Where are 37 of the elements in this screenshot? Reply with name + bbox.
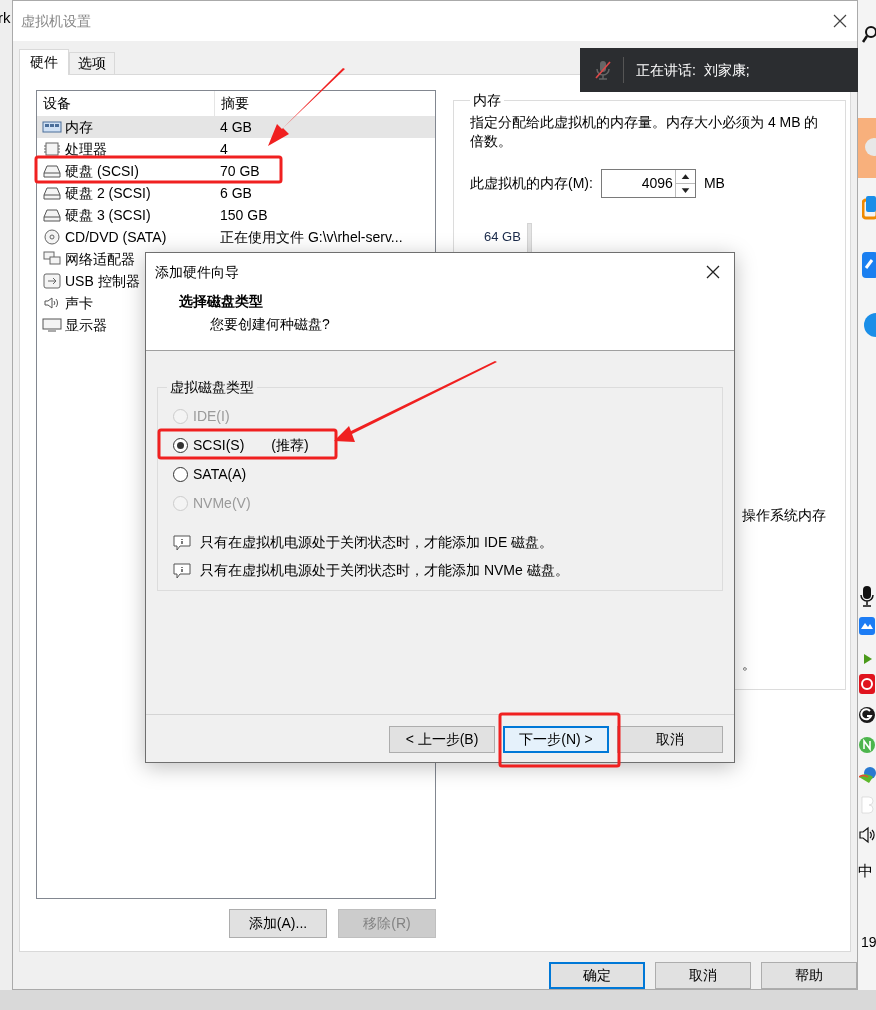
- memory-description: 指定分配给此虚拟机的内存量。内存大小必须为 4 MB 的倍数。: [470, 113, 820, 151]
- device-summary: 6 GB: [219, 183, 252, 203]
- info-note: 只有在虚拟机电源处于关闭状态时，才能添加 NVMe 磁盘。: [200, 561, 569, 580]
- info-note: 只有在虚拟机电源处于关闭状态时，才能添加 IDE 磁盘。: [200, 533, 554, 552]
- device-summary: 正在使用文件 G:\v\rhel-serv...: [219, 227, 403, 247]
- memory-hint-fragment: 操作系统内存: [742, 506, 827, 525]
- radio-label: IDE(I): [193, 407, 230, 426]
- memory-hint-fragment: 。: [742, 655, 757, 674]
- unit-label: MB: [703, 174, 725, 193]
- device-name: 显示器: [65, 315, 107, 335]
- device-name: 硬盘 (SCSI): [65, 161, 139, 181]
- device-summary: 4: [219, 139, 228, 159]
- device-summary: 70 GB: [219, 161, 260, 181]
- step-heading: 选择磁盘类型: [179, 292, 264, 311]
- group-title: 虚拟磁盘类型: [169, 378, 255, 397]
- recommended-note: (推荐): [271, 436, 309, 455]
- radio-label: SCSI(S): [193, 436, 245, 455]
- device-name: USB 控制器: [65, 271, 140, 291]
- device-name: 网络适配器: [65, 249, 135, 269]
- group-title: 内存: [472, 91, 502, 110]
- device-name: 声卡: [65, 293, 93, 313]
- window-title: 虚拟机设置: [21, 11, 91, 31]
- radio-label: SATA(A): [193, 465, 247, 484]
- field-label: 此虚拟机的内存(M):: [470, 174, 593, 193]
- speaker-status: 正在讲话: 刘家康;: [636, 60, 750, 80]
- device-summary: 4 GB: [219, 117, 252, 137]
- device-name: 硬盘 2 (SCSI): [65, 183, 151, 203]
- radio-label: NVMe(V): [193, 494, 251, 513]
- device-name: 硬盘 3 (SCSI): [65, 205, 151, 225]
- device-name: CD/DVD (SATA): [65, 227, 167, 247]
- scale-label: 64 GB: [484, 228, 521, 246]
- device-summary: 150 GB: [219, 205, 268, 225]
- dialog-title: 添加硬件向导: [155, 262, 239, 282]
- device-name: 处理器: [65, 139, 107, 159]
- device-name: 内存: [65, 117, 93, 137]
- clock-fragment: 19: [861, 933, 876, 951]
- step-subheading: 您要创建何种磁盘?: [210, 315, 331, 334]
